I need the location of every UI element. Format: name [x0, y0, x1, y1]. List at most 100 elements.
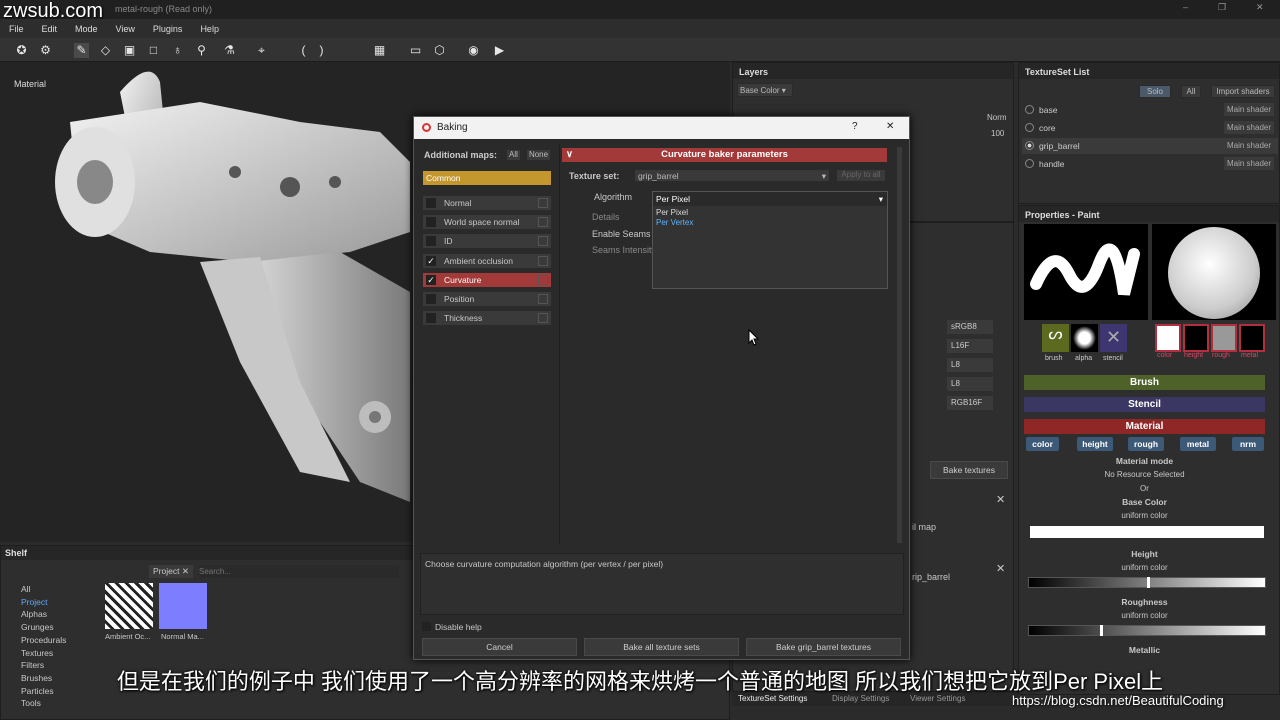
collapse-icon[interactable]: ∨: [566, 148, 573, 162]
gear-icon[interactable]: [538, 198, 548, 208]
mat-thumb-rough[interactable]: [1211, 324, 1237, 352]
cancel-button[interactable]: Cancel: [422, 638, 577, 656]
params-header[interactable]: ∨ Curvature baker parameters: [562, 148, 887, 162]
video-icon[interactable]: ▶: [492, 43, 507, 58]
paint-brush-icon[interactable]: ✎: [74, 43, 89, 58]
map-position[interactable]: Position: [423, 292, 551, 306]
params-scrollbar[interactable]: [897, 147, 902, 543]
gear-icon[interactable]: [538, 256, 548, 266]
menu-mode[interactable]: Mode: [66, 24, 107, 34]
textureset-row-base[interactable]: base Main shader: [1022, 102, 1278, 118]
base-color-swatch[interactable]: [1030, 526, 1264, 538]
import-shaders-button[interactable]: Import shaders: [1211, 85, 1275, 98]
texture-set-dropdown[interactable]: grip_barrel ▾: [634, 169, 830, 182]
color-picker-icon[interactable]: ⌖: [254, 43, 269, 58]
polygon-fill-icon[interactable]: □: [146, 43, 161, 58]
alpha-thumb[interactable]: [1071, 324, 1098, 352]
layer-opacity[interactable]: 100: [991, 129, 1004, 138]
mat-thumb-metal[interactable]: [1239, 324, 1265, 352]
view-icon[interactable]: ▦: [372, 43, 387, 58]
menu-plugins[interactable]: Plugins: [144, 24, 192, 34]
dialog-close-button[interactable]: ✕: [886, 121, 894, 132]
checkbox[interactable]: [426, 294, 436, 304]
map-curvature[interactable]: ✓ Curvature: [423, 273, 551, 287]
remove-icon-2[interactable]: ✕: [996, 562, 1005, 575]
stencil-section[interactable]: Stencil: [1024, 397, 1265, 412]
all-maps-button[interactable]: All: [506, 149, 521, 161]
chip-nrm[interactable]: nrm: [1232, 437, 1264, 451]
solo-button[interactable]: Solo: [1139, 85, 1171, 98]
material-section[interactable]: Material: [1024, 419, 1265, 434]
gear-icon[interactable]: [538, 236, 548, 246]
brush-section[interactable]: Brush: [1024, 375, 1265, 390]
map-id[interactable]: ID: [423, 234, 551, 248]
checkbox[interactable]: [426, 217, 436, 227]
display-icon[interactable]: ▭: [408, 43, 423, 58]
shader-button[interactable]: Main shader: [1224, 103, 1274, 116]
bake-all-button[interactable]: Bake all texture sets: [584, 638, 739, 656]
menu-help[interactable]: Help: [191, 24, 228, 34]
map-world-space-normal[interactable]: World space normal: [423, 215, 551, 229]
format-dropdown-2[interactable]: L16F: [947, 339, 993, 353]
shelf-cat-textures[interactable]: Textures: [21, 647, 66, 660]
textureset-row-core[interactable]: core Main shader: [1022, 120, 1278, 136]
dialog-help-button[interactable]: ?: [852, 121, 858, 132]
clone-icon[interactable]: ⚲: [194, 43, 209, 58]
algorithm-option-per-pixel[interactable]: Per Pixel: [656, 208, 688, 217]
substance-logo-icon[interactable]: ✪: [14, 43, 29, 58]
chip-color[interactable]: color: [1026, 437, 1059, 451]
symmetry-icon[interactable]: (: [296, 43, 311, 58]
eraser-icon[interactable]: ◇: [98, 43, 113, 58]
checkbox-checked[interactable]: ✓: [426, 275, 436, 285]
shader-button[interactable]: Main shader: [1224, 121, 1274, 134]
cube-icon[interactable]: ⬡: [432, 43, 447, 58]
shelf-cat-all[interactable]: All: [21, 583, 66, 596]
algorithm-selected[interactable]: Per Pixel ▾: [653, 192, 887, 206]
format-dropdown-4[interactable]: L8: [947, 377, 993, 391]
menu-file[interactable]: File: [0, 24, 33, 34]
gear-icon[interactable]: [538, 217, 548, 227]
roughness-slider-handle[interactable]: [1099, 625, 1103, 636]
format-dropdown-3[interactable]: L8: [947, 358, 993, 372]
format-dropdown-5[interactable]: RGB16F: [947, 396, 993, 410]
material-picker-icon[interactable]: ⚗: [222, 43, 237, 58]
height-slider[interactable]: [1028, 577, 1266, 588]
gear-icon[interactable]: [538, 294, 548, 304]
blend-mode[interactable]: Norm: [987, 113, 1007, 122]
remove-icon-1[interactable]: ✕: [996, 493, 1005, 506]
shelf-cat-tools[interactable]: Tools: [21, 697, 66, 710]
map-common[interactable]: Common: [423, 171, 551, 185]
map-ambient-occlusion[interactable]: ✓ Ambient occlusion: [423, 254, 551, 268]
radio-selected-icon[interactable]: [1025, 141, 1034, 150]
format-dropdown-1[interactable]: sRGB8: [947, 320, 993, 334]
radio-icon[interactable]: [1025, 159, 1034, 168]
chip-height[interactable]: height: [1077, 437, 1113, 451]
shelf-cat-grunges[interactable]: Grunges: [21, 621, 66, 634]
textureset-row-grip-barrel[interactable]: grip_barrel Main shader: [1022, 138, 1278, 154]
algorithm-dropdown[interactable]: Per Pixel ▾ Per Pixel Per Vertex: [652, 191, 888, 289]
shader-button[interactable]: Main shader: [1224, 139, 1274, 152]
close-icon[interactable]: ✕: [1256, 2, 1264, 13]
bake-textures-button[interactable]: Bake textures: [930, 461, 1008, 479]
bake-current-button[interactable]: Bake grip_barrel textures: [746, 638, 901, 656]
shelf-thumb-ao[interactable]: [105, 583, 153, 629]
chip-metal[interactable]: metal: [1180, 437, 1216, 451]
channel-dropdown[interactable]: Base Color ▾: [737, 83, 793, 97]
menu-edit[interactable]: Edit: [33, 24, 67, 34]
projection-icon[interactable]: ▣: [122, 43, 137, 58]
all-button[interactable]: All: [1181, 85, 1201, 98]
shelf-cat-project[interactable]: Project: [21, 596, 66, 609]
shelf-search-input[interactable]: [199, 565, 399, 578]
apply-to-all-button[interactable]: Apply to all: [836, 169, 886, 182]
menu-view[interactable]: View: [107, 24, 144, 34]
shelf-thumb-normal[interactable]: [159, 583, 207, 629]
radio-icon[interactable]: [1025, 105, 1034, 114]
shelf-tab-project[interactable]: Project ✕: [149, 565, 193, 578]
checkbox[interactable]: [426, 313, 436, 323]
checkbox[interactable]: [426, 236, 436, 246]
radio-icon[interactable]: [1025, 123, 1034, 132]
gear-icon[interactable]: [538, 313, 548, 323]
brush-thumb[interactable]: ᔕ: [1042, 324, 1069, 352]
settings-icon[interactable]: ⚙: [38, 43, 53, 58]
gear-icon[interactable]: [538, 275, 548, 285]
